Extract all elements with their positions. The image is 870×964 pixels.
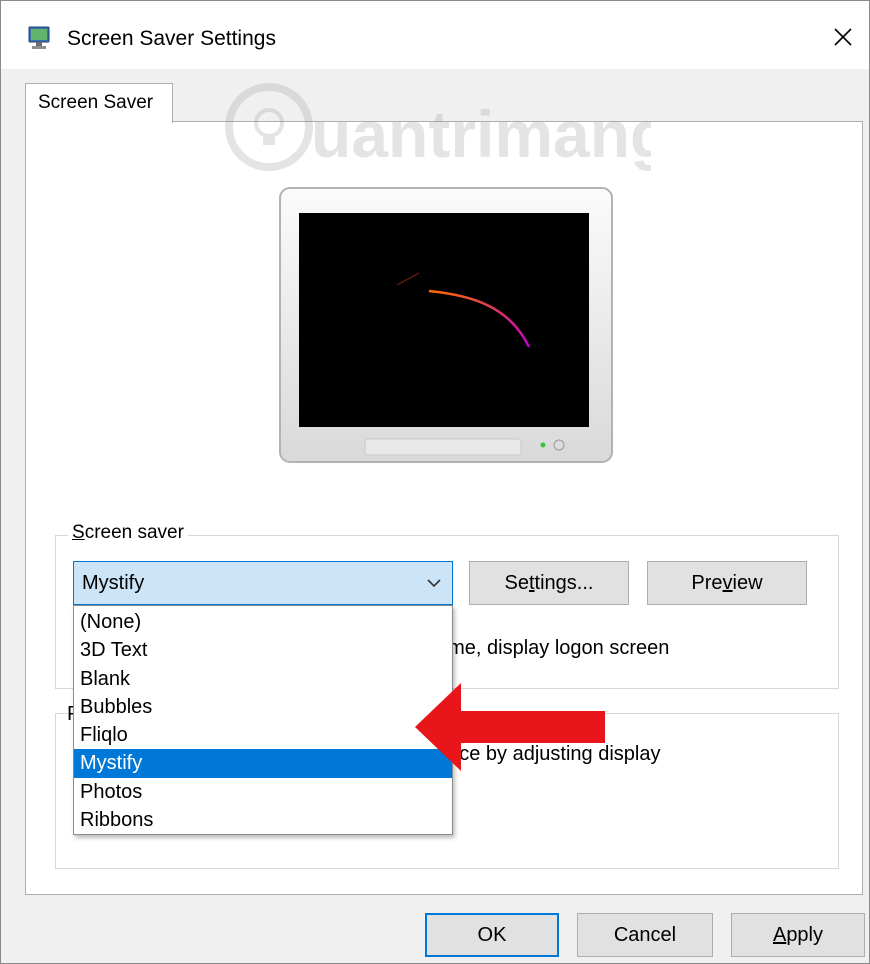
annotation-arrow-icon	[415, 683, 605, 771]
screen-saver-dropdown-list: (None) 3D Text Blank Bubbles Fliqlo Myst…	[73, 605, 453, 835]
dropdown-option-photos[interactable]: Photos	[74, 778, 452, 806]
chevron-down-icon	[427, 579, 441, 588]
close-button[interactable]	[821, 15, 865, 59]
screen-saver-group-label: Screen saver	[68, 522, 188, 544]
preview-screen	[299, 213, 589, 427]
watermark-logo: uantrimang	[211, 79, 670, 175]
apply-button[interactable]: Apply	[731, 913, 865, 957]
dropdown-option-none[interactable]: (None)	[74, 608, 452, 636]
screen-saver-settings-window: Screen Saver Settings Screen Saver uantr…	[0, 0, 870, 964]
dropdown-option-blank[interactable]: Blank	[74, 665, 452, 693]
dropdown-option-bubbles[interactable]: Bubbles	[74, 693, 452, 721]
screen-saver-monitor-icon	[28, 26, 50, 49]
dropdown-option-mystify[interactable]: Mystify	[74, 749, 452, 778]
watermark-text: uantrimang	[311, 97, 651, 171]
close-icon	[834, 28, 852, 46]
ok-button[interactable]: OK	[425, 913, 559, 957]
dropdown-option-3d-text[interactable]: 3D Text	[74, 636, 452, 664]
preview-button[interactable]: Pre v iew	[647, 561, 807, 605]
screen-saver-selected-value: Mystify	[82, 572, 145, 594]
settings-button[interactable]: Se t tings...	[469, 561, 629, 605]
preview-monitor	[279, 187, 613, 463]
window-title: Screen Saver Settings	[67, 27, 276, 50]
dropdown-option-ribbons[interactable]: Ribbons	[74, 806, 452, 834]
title-bar: Screen Saver Settings	[1, 1, 869, 69]
dropdown-option-fliqlo[interactable]: Fliqlo	[74, 721, 452, 749]
tab-screen-saver[interactable]: Screen Saver	[25, 83, 173, 123]
cancel-button[interactable]: Cancel	[577, 913, 713, 957]
screen-saver-select[interactable]: Mystify	[73, 561, 453, 605]
on-resume-logon-text: ume, display logon screen	[437, 637, 670, 659]
